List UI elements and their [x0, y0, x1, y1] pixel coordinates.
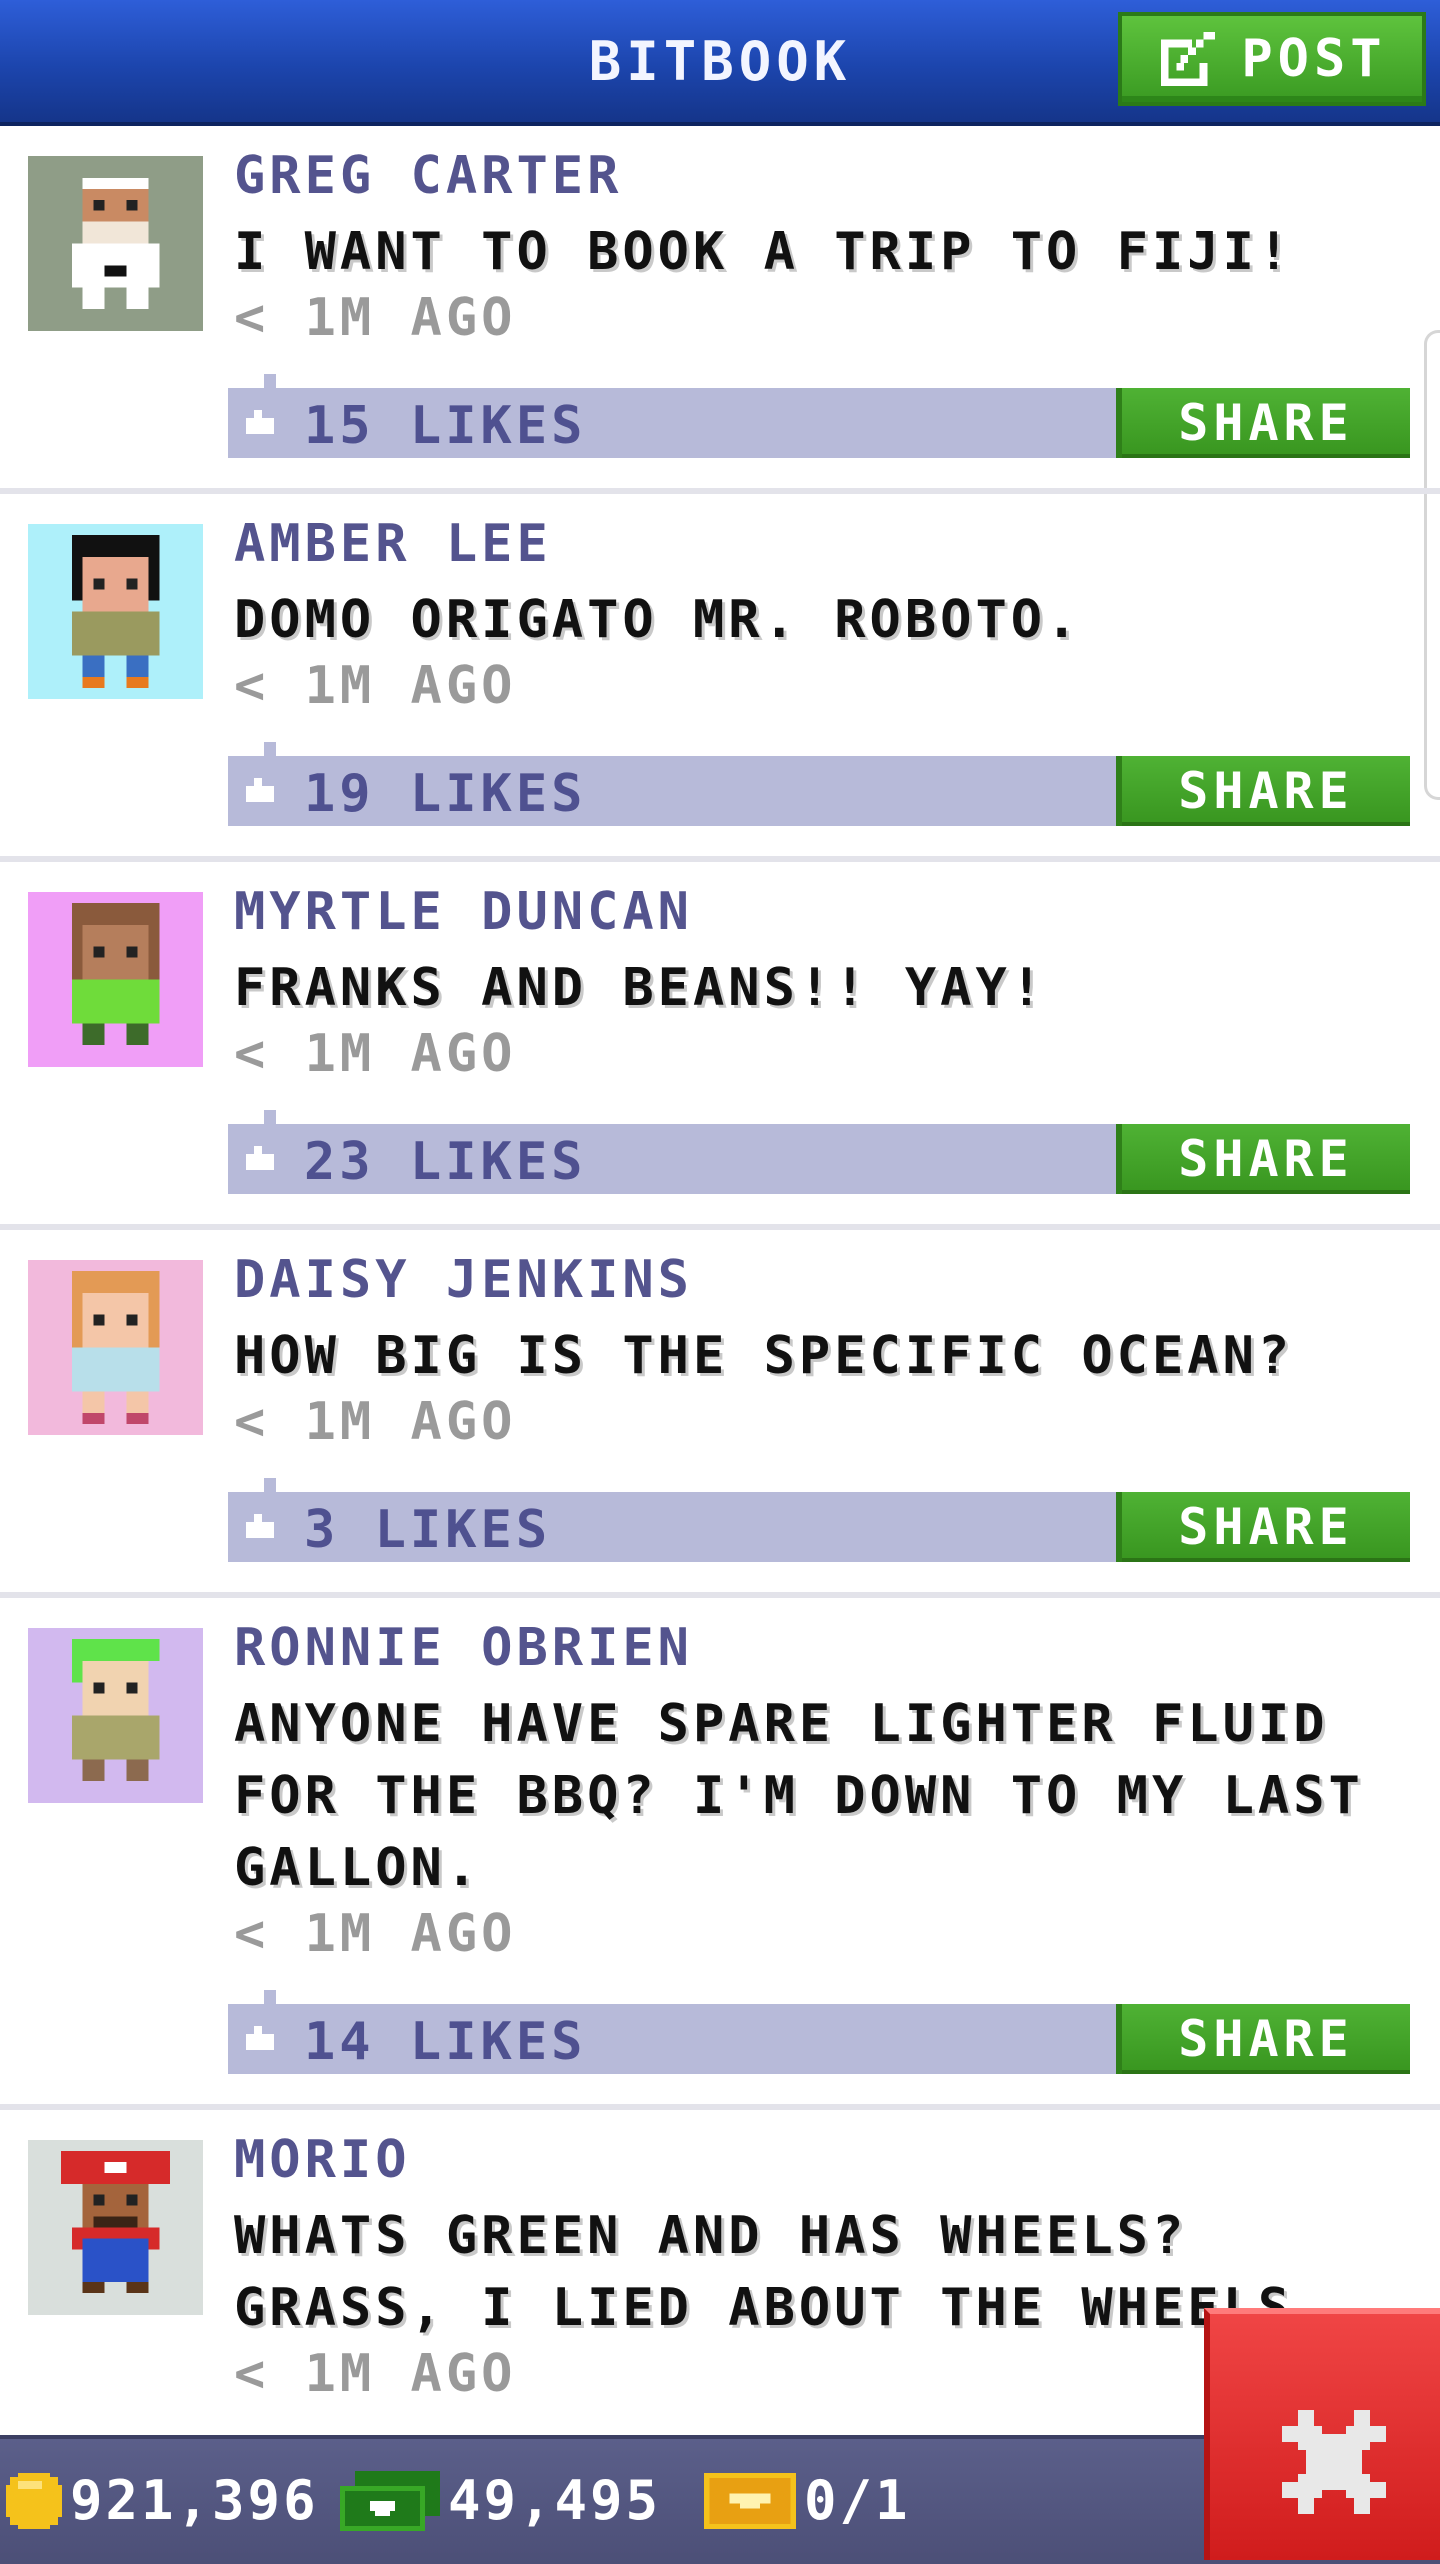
post-author[interactable]: RONNIE OBRIEN	[234, 1618, 693, 1678]
post-edit-icon	[1161, 31, 1216, 87]
coins-stat: 921,396	[6, 2469, 319, 2532]
avatar[interactable]	[28, 156, 203, 331]
bux-stat: 49,495	[340, 2469, 661, 2532]
likes-count: 3 LIKES	[304, 1500, 552, 1560]
post-message: FRANKS AND BEANS!! YAY!	[234, 958, 1047, 1018]
likes-bar: 14 LIKES SHARE	[228, 1990, 1410, 2074]
avatar-myrtle	[28, 892, 203, 1067]
share-button[interactable]: SHARE	[1116, 1492, 1410, 1562]
post-author[interactable]: GREG CARTER	[234, 146, 622, 206]
post-message: HOW BIG IS THE SPECIFIC OCEAN?	[234, 1326, 1294, 1386]
avatar-amber	[28, 524, 203, 699]
post-button-label: POST	[1241, 29, 1387, 89]
post-time: < 1M AGO	[234, 1024, 517, 1084]
thumb-up-icon	[246, 1146, 274, 1170]
app-header: BITBOOK POST	[0, 0, 1440, 126]
ticket-icon	[704, 2472, 796, 2529]
post-message: ANYONE HAVE SPARE LIGHTER FLUID FOR THE …	[234, 1694, 1364, 1898]
likes-count: 14 LIKES	[304, 2012, 587, 2072]
post-time: < 1M AGO	[234, 288, 517, 348]
close-icon	[1282, 2410, 1386, 2514]
post-time: < 1M AGO	[234, 1392, 517, 1452]
post-button[interactable]: POST	[1118, 12, 1426, 106]
likes-count: 23 LIKES	[304, 1132, 587, 1192]
post-author[interactable]: MORIO	[234, 2130, 411, 2190]
close-button[interactable]	[1204, 2308, 1440, 2560]
thumb-up-icon	[246, 410, 274, 434]
likes-count: 19 LIKES	[304, 764, 587, 824]
avatar-daisy	[28, 1260, 203, 1435]
thumb-up-icon	[246, 1514, 274, 1538]
news-feed: GREG CARTER I WANT TO BOOK A TRIP TO FIJ…	[0, 126, 1440, 2510]
share-button[interactable]: SHARE	[1116, 388, 1410, 458]
bux-count: 49,495	[448, 2469, 662, 2532]
avatar[interactable]	[28, 2140, 203, 2315]
tickets-count: 0/1	[804, 2469, 911, 2532]
post-author[interactable]: MYRTLE DUNCAN	[234, 882, 693, 942]
feed-post: RONNIE OBRIEN ANYONE HAVE SPARE LIGHTER …	[0, 1598, 1440, 2110]
avatar[interactable]	[28, 524, 203, 699]
avatar[interactable]	[28, 1628, 203, 1803]
feed-post: GREG CARTER I WANT TO BOOK A TRIP TO FIJ…	[0, 126, 1440, 494]
coin-icon	[6, 2472, 62, 2529]
tickets-stat: 0/1	[704, 2469, 911, 2532]
post-author[interactable]: DAISY JENKINS	[234, 1250, 693, 1310]
share-button[interactable]: SHARE	[1116, 2004, 1410, 2074]
likes-bar: 15 LIKES SHARE	[228, 374, 1410, 458]
post-time: < 1M AGO	[234, 2344, 517, 2404]
post-message: DOMO ORIGATO MR. ROBOTO.	[234, 590, 1082, 650]
share-button[interactable]: SHARE	[1116, 1124, 1410, 1194]
likes-bar: 19 LIKES SHARE	[228, 742, 1410, 826]
share-button[interactable]: SHARE	[1116, 756, 1410, 826]
likes-bar: 3 LIKES SHARE	[228, 1478, 1410, 1562]
feed-post: AMBER LEE DOMO ORIGATO MR. ROBOTO. < 1M …	[0, 494, 1440, 862]
thumb-up-icon	[246, 2026, 274, 2050]
bux-icon	[340, 2470, 440, 2531]
avatar[interactable]	[28, 1260, 203, 1435]
avatar-ronnie	[28, 1628, 203, 1803]
avatar[interactable]	[28, 892, 203, 1067]
feed-post: DAISY JENKINS HOW BIG IS THE SPECIFIC OC…	[0, 1230, 1440, 1598]
post-time: < 1M AGO	[234, 1904, 517, 1964]
post-time: < 1M AGO	[234, 656, 517, 716]
thumb-up-icon	[246, 778, 274, 802]
avatar-morio	[28, 2140, 203, 2315]
post-author[interactable]: AMBER LEE	[234, 514, 552, 574]
post-message: I WANT TO BOOK A TRIP TO FIJI!	[234, 222, 1294, 282]
likes-bar: 23 LIKES SHARE	[228, 1110, 1410, 1194]
coins-count: 921,396	[70, 2469, 319, 2532]
likes-count: 15 LIKES	[304, 396, 587, 456]
feed-post: MYRTLE DUNCAN FRANKS AND BEANS!! YAY! < …	[0, 862, 1440, 1230]
avatar-karate-man	[28, 156, 203, 331]
